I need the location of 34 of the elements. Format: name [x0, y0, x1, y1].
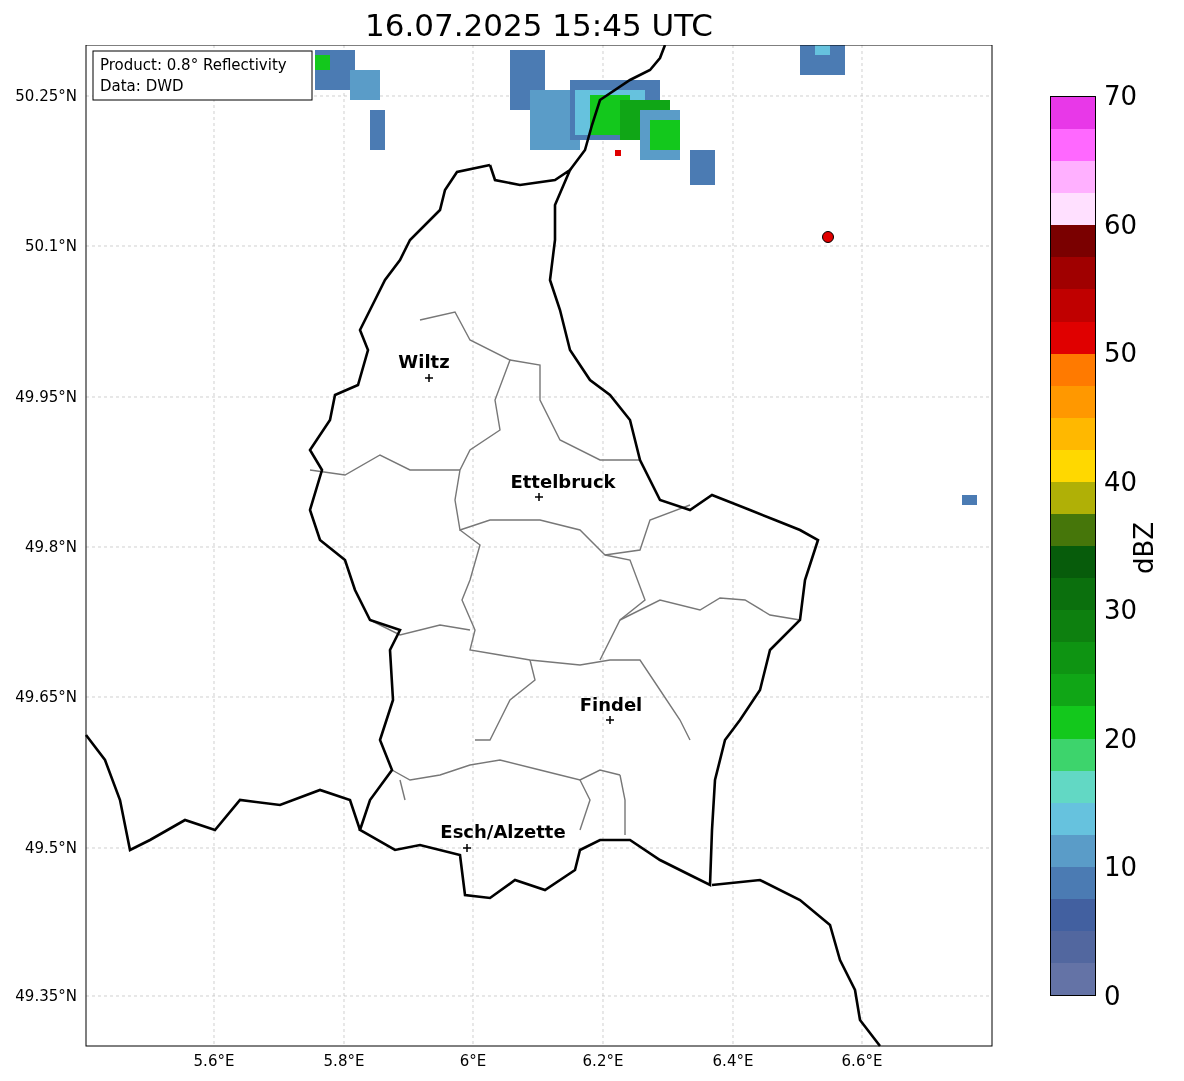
legend-text: Data: DWD	[100, 77, 184, 95]
colorbar-tick-label: 0	[1104, 983, 1121, 1009]
city-marker-icon	[605, 715, 615, 725]
chart-title: 16.07.2025 15:45 UTC	[365, 6, 713, 45]
axis-label: 49.35°N	[15, 987, 77, 1005]
axis-label: 5.6°E	[193, 1052, 235, 1070]
city-marker-icon	[424, 373, 434, 383]
city-marker-icon	[462, 843, 472, 853]
axis-label: 49.95°N	[15, 388, 77, 406]
city-label: Findel	[579, 694, 643, 715]
axis-label: 49.65°N	[15, 688, 77, 706]
colorbar-tick-label: 10	[1104, 854, 1138, 881]
colorbar-tick-label: 30	[1104, 597, 1138, 624]
axis-label: 50.1°N	[24, 237, 77, 255]
axis-label: 6.6°E	[841, 1052, 883, 1070]
axis-label: 50.25°N	[15, 87, 77, 105]
axis-label: 49.5°N	[24, 839, 77, 857]
axis-label: 49.8°N	[24, 538, 77, 556]
axis-label: 6°E	[459, 1052, 487, 1070]
axis-label: 6.2°E	[582, 1052, 624, 1070]
colorbar-tick-label: 60	[1104, 211, 1138, 238]
colorbar-tick-label: 70	[1104, 83, 1138, 109]
colorbar-label: dBZ	[1129, 521, 1159, 575]
axis-label: 6.4°E	[712, 1052, 754, 1070]
colorbar-tick-label: 40	[1104, 468, 1138, 495]
colorbar-tick-label: 50	[1104, 340, 1138, 367]
city-label: Wiltz	[398, 351, 450, 372]
city-label: Ettelbruck	[510, 471, 616, 492]
legend-text: Product: 0.8° Reflectivity	[100, 56, 287, 74]
radar-site-marker-icon	[822, 231, 834, 243]
city-marker-icon	[534, 492, 544, 502]
city-label: Esch/Alzette	[440, 821, 566, 842]
colorbar-tick-label: 20	[1104, 725, 1138, 752]
axis-label: 5.8°E	[323, 1052, 365, 1070]
